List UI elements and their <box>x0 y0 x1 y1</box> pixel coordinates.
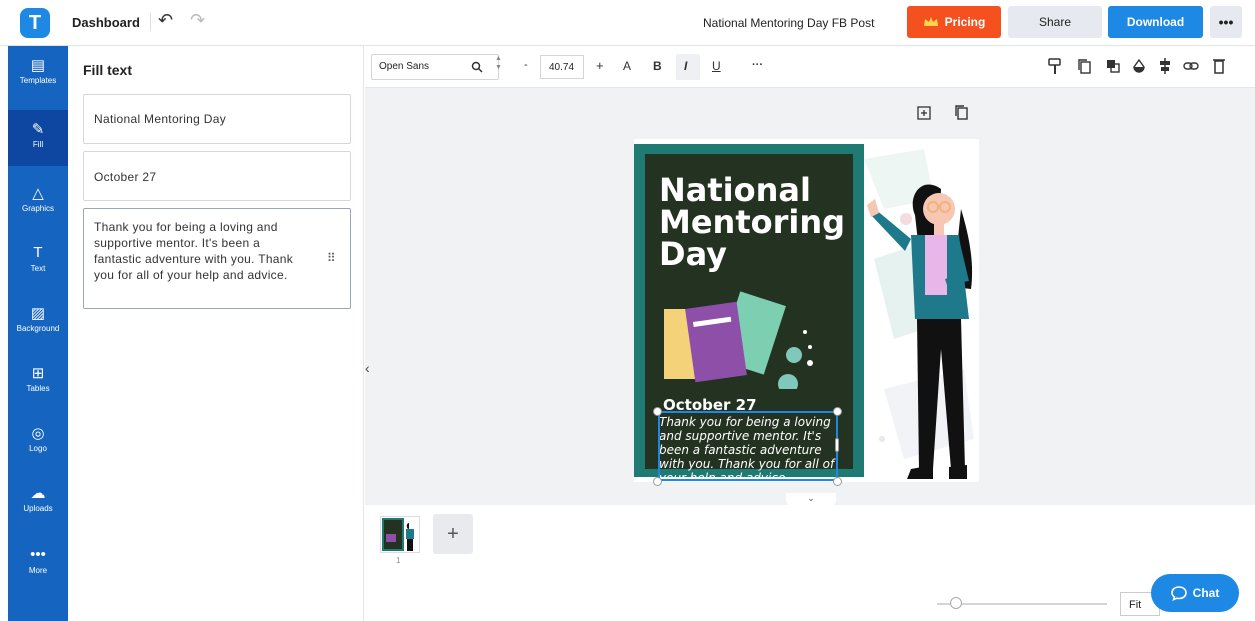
document-title[interactable]: National Mentoring Day FB Post <box>703 16 874 30</box>
sidebar-item-more[interactable]: ••• More <box>8 536 68 592</box>
sidebar-item-background[interactable]: ▨ Background <box>8 294 68 350</box>
resize-handle-right[interactable] <box>835 438 839 452</box>
sidebar-item-logo[interactable]: ◎ Logo <box>8 414 68 470</box>
share-button[interactable]: Share <box>1008 6 1102 38</box>
text-field-message[interactable]: Thank you for being a loving and support… <box>83 208 351 309</box>
more-text-options-button[interactable]: ··· <box>752 59 763 71</box>
app-logo[interactable]: T <box>20 8 50 38</box>
opacity-drop-icon[interactable] <box>1132 59 1146 73</box>
pricing-label: Pricing <box>944 15 986 29</box>
crown-icon <box>923 17 938 26</box>
layer-order-icon[interactable] <box>1106 59 1120 73</box>
align-center-icon[interactable] <box>1158 58 1172 74</box>
zoom-slider[interactable] <box>937 603 1107 605</box>
sidebar-item-fill[interactable]: ✎ Fill <box>8 110 68 166</box>
sidebar-item-label: Background <box>16 324 60 333</box>
chat-button[interactable]: Chat <box>1151 574 1239 612</box>
delete-icon[interactable] <box>1213 58 1225 74</box>
font-spinner-icon[interactable]: ▲ ▼ <box>495 54 502 72</box>
add-page-button[interactable]: + <box>433 514 473 554</box>
sidebar-item-uploads[interactable]: ☁ Uploads <box>8 474 68 530</box>
copy-icon[interactable] <box>1078 59 1092 75</box>
sidebar-item-label: Logo <box>29 444 47 453</box>
download-button[interactable]: Download <box>1108 6 1203 38</box>
resize-handle-bottom-left[interactable] <box>653 477 662 486</box>
page-thumbnail[interactable] <box>380 516 420 553</box>
resize-handle-bottom-right[interactable] <box>833 477 842 486</box>
shapes-icon: △ <box>32 185 44 202</box>
resize-handle-top-left[interactable] <box>653 407 662 416</box>
drag-handle-icon[interactable]: ⠿ <box>327 250 336 266</box>
zoom-slider-knob[interactable] <box>950 597 962 609</box>
duplicate-page-icon[interactable] <box>955 105 969 121</box>
templates-icon: ▤ <box>30 57 46 74</box>
mentor-woman-illustration <box>867 184 973 479</box>
poster-title[interactable]: National Mentoring Day <box>659 174 859 270</box>
background-icon: ▨ <box>30 305 46 322</box>
bold-button[interactable]: B <box>653 59 662 73</box>
left-sidebar: ▤ Templates ✎ Fill △ Graphics T Text ▨ B… <box>8 46 68 621</box>
dashboard-link[interactable]: Dashboard <box>72 15 140 30</box>
panel-title: Fill text <box>83 62 133 78</box>
cloud-upload-icon: ☁ <box>30 485 46 502</box>
books-illustration <box>664 291 813 389</box>
add-page-icon[interactable] <box>917 106 931 120</box>
top-bar: T Dashboard ↶ ↷ National Mentoring Day F… <box>0 0 1255 46</box>
text-toolbar: Open Sans ▲ ▼ - 40.74 + A B I U ··· <box>365 46 1255 88</box>
resize-handle-top-right[interactable] <box>833 407 842 416</box>
collapse-panel-icon[interactable]: ‹ <box>365 360 377 384</box>
underline-button[interactable]: U <box>712 59 721 73</box>
chat-bubble-icon <box>1170 586 1187 601</box>
sidebar-item-tables[interactable]: ⊞ Tables <box>8 354 68 410</box>
sidebar-item-templates[interactable]: ▤ Templates <box>8 46 68 102</box>
thumbnail-preview <box>382 518 414 551</box>
pricing-button[interactable]: Pricing <box>907 6 1001 38</box>
table-icon: ⊞ <box>31 365 45 382</box>
sidebar-item-graphics[interactable]: △ Graphics <box>8 174 68 230</box>
italic-button[interactable]: I <box>684 59 687 73</box>
fill-text-panel: Fill text National Mentoring Day October… <box>68 46 364 621</box>
chat-label: Chat <box>1192 586 1220 600</box>
sidebar-item-label: Graphics <box>21 204 54 213</box>
increase-size-button[interactable]: + <box>596 58 604 73</box>
sidebar-item-label: Tables <box>26 384 50 393</box>
link-icon[interactable] <box>1183 60 1199 72</box>
text-icon: T <box>33 244 43 261</box>
decrease-size-button[interactable]: - <box>524 59 528 71</box>
text-case-button[interactable]: A <box>623 59 631 73</box>
sidebar-item-label: Text <box>30 264 46 273</box>
more-options-button[interactable]: ••• <box>1210 6 1242 38</box>
font-size-input[interactable]: 40.74 <box>540 55 584 79</box>
text-selection-box[interactable] <box>658 411 838 481</box>
sidebar-item-label: More <box>28 566 48 575</box>
message-text: Thank you for being a loving and support… <box>94 220 294 282</box>
undo-icon[interactable]: ↶ <box>158 10 173 31</box>
search-icon[interactable] <box>471 61 483 73</box>
italic-active-bg <box>676 54 700 80</box>
more-dots-icon: ••• <box>30 546 46 563</box>
toolbar-divider <box>150 13 151 31</box>
format-painter-icon[interactable] <box>1048 58 1062 76</box>
logo-icon: ◎ <box>31 425 45 442</box>
sidebar-item-label: Uploads <box>23 504 53 513</box>
sidebar-item-label: Fill <box>32 140 44 149</box>
page-number: 1 <box>396 556 401 565</box>
redo-icon[interactable]: ↷ <box>190 10 205 31</box>
text-field-date[interactable]: October 27 <box>83 151 351 201</box>
text-field-title[interactable]: National Mentoring Day <box>83 94 351 144</box>
pencil-icon: ✎ <box>31 121 45 138</box>
sidebar-item-label: Templates <box>19 76 57 85</box>
sidebar-item-text[interactable]: T Text <box>8 234 68 290</box>
